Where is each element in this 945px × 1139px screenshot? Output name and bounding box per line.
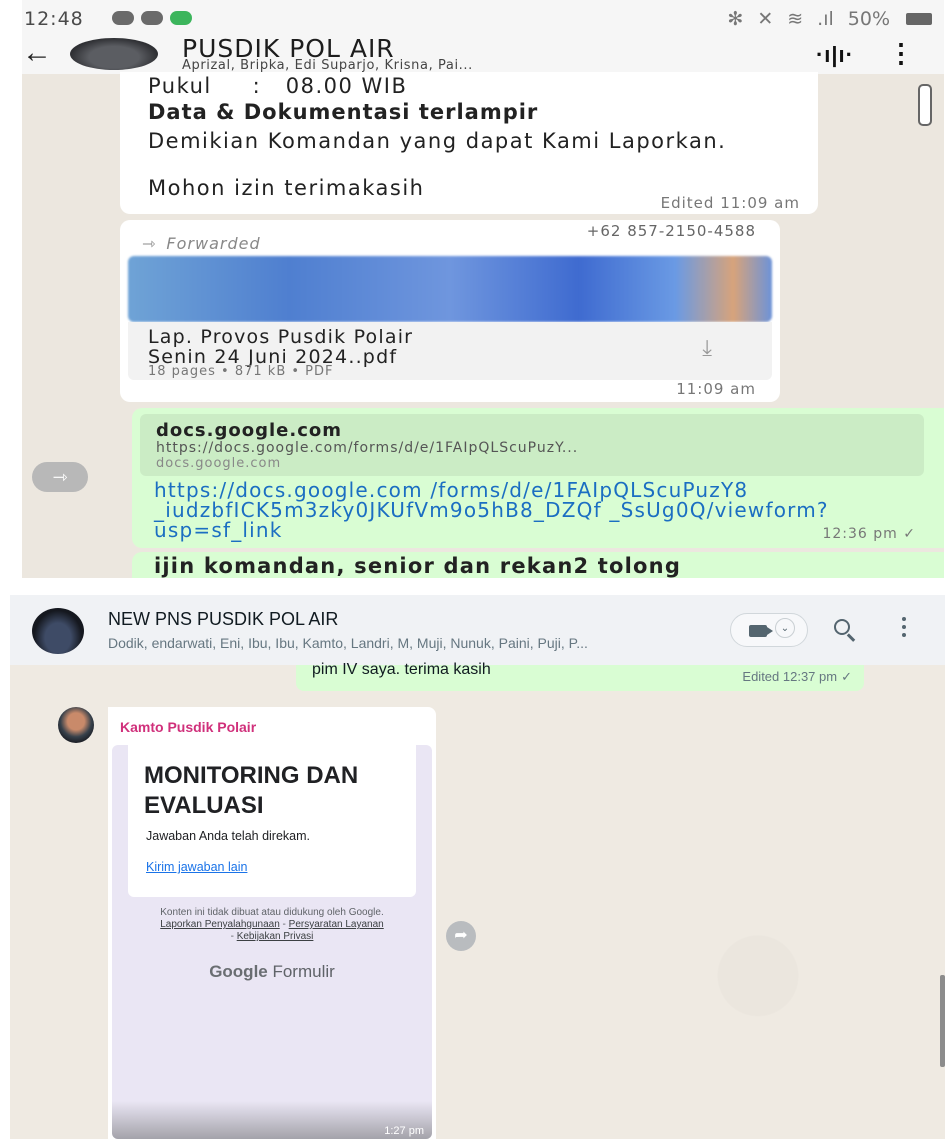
forward-icon[interactable]: ⇾ [32,462,88,492]
message-edited-time: Edited 12:37 pm [742,669,838,684]
message-bubble-request[interactable]: ijin komandan, senior dan rekan2 tolong [132,552,944,578]
form-disclaimer: Konten ini tidak dibuat atau didukung ol… [112,907,432,943]
group-participants[interactable]: Aprizal, Bripka, Edi Suparjo, Krisna, Pa… [182,58,473,73]
message-time: 1:27 pm [384,1125,424,1137]
chat-header: NEW PNS PUSDIK POL AIR Dodik, endarwati,… [10,595,945,665]
terms-link: Persyaratan Layanan [288,919,384,930]
group-avatar[interactable] [32,608,84,654]
report-abuse-link: Laporkan Penyalahgunaan [160,919,280,930]
sender-avatar[interactable] [58,707,94,743]
app-notification-icon [170,11,192,25]
link-preview-domain: docs.google.com [156,456,282,471]
battery-icon [906,13,932,25]
message-line-data: Data & Dokumentasi terlampir [148,100,539,124]
group-avatar[interactable] [70,38,158,70]
status-time: 12:48 [24,8,84,30]
document-info: 18 pages • 871 kB • PDF [148,364,334,379]
message-bubble-document[interactable]: +62 857-2150-4588 ⇾ Forwarded Lap. Provos… [120,220,780,402]
battery-level: 50% [847,8,890,30]
sent-check-icon: ✓ [841,669,852,684]
form-screenshot-image[interactable]: MONITORING DAN EVALUASI Jawaban Anda tel… [112,745,432,1139]
status-bar: 12:48 ✻ ✕ ≋ .ıl 50% [22,0,944,34]
mute-icon: ✕ [757,8,774,30]
message-line-closing: Demikian Komandan yang dapat Kami Lapork… [148,129,727,153]
more-options-icon[interactable]: ⋮ [888,38,914,69]
forwarded-icon: ⇾ [142,234,157,253]
message-time: 11:09 am [676,380,756,398]
message-text: pim IV saya. terima kasih [312,661,491,678]
whatsapp-notification-icon [112,11,134,25]
message-line-thanks: Mohon izin terimakasih [148,176,425,200]
group-title[interactable]: NEW PNS PUSDIK POL AIR [108,609,338,630]
forward-icon[interactable]: ➦ [446,921,476,951]
formulir-wordmark: Formulir [267,962,335,981]
link-preview-url: https://docs.google.com/forms/d/e/1FAIpQ… [156,440,579,456]
outgoing-message[interactable]: pim IV saya. terima kasih Edited 12:37 p… [296,661,864,691]
submit-another-link: Kirim jawaban lain [146,860,248,874]
disclaimer-links: Laporkan Penyalahgunaan - Persyaratan La… [112,919,432,931]
scrollbar-thumb[interactable] [918,84,932,126]
message-time: 12:36 pm ✓ [822,526,916,542]
document-card[interactable]: Lap. Provos Pusdik Polair Senin 24 Juni … [128,322,772,380]
message-bubble-link[interactable]: docs.google.com https://docs.google.com/… [132,408,944,548]
voice-call-icon[interactable]: ·ı|ı· [816,42,854,68]
message-line-time: Pukul : 08.00 WIB [148,74,408,98]
scrollbar-thumb[interactable] [940,975,945,1067]
group-participants[interactable]: Dodik, endarwati, Eni, Ibu, Ibu, Kamto, … [108,635,588,651]
link-preview-title: docs.google.com [156,420,342,441]
form-link[interactable]: https://docs.google.com /forms/d/e/1FAIp… [154,480,914,540]
search-icon[interactable] [828,613,858,643]
message-meta: Edited 11:09 am [660,194,800,212]
sender-phone[interactable]: +62 857-2150-4588 [587,222,756,240]
disclaimer-text: Konten ini tidak dibuat atau didukung ol… [160,907,384,918]
video-camera-icon [749,625,773,637]
document-thumbnail[interactable] [128,256,772,322]
download-icon[interactable]: ⤓ [702,336,712,361]
signal-icon: .ıl [817,8,834,30]
notification-icons [112,11,192,25]
mobile-whatsapp-screen: 12:48 ✻ ✕ ≋ .ıl 50% ← PUSDIK POL AIR Apr… [22,0,944,578]
forwarded-text: Forwarded [166,234,261,253]
link-separator: - [279,919,289,930]
chevron-down-icon: ⌄ [775,618,795,638]
form-response-text: Jawaban Anda telah direkam. [146,829,310,843]
video-call-button[interactable]: ⌄ [730,613,808,647]
form-title: MONITORING DAN EVALUASI [144,762,359,819]
link-preview[interactable]: docs.google.com https://docs.google.com/… [140,414,924,476]
form-confirmation-card: MONITORING DAN EVALUASI Jawaban Anda tel… [128,745,416,897]
google-wordmark: Google [209,962,268,981]
bluetooth-icon: ✻ [727,8,744,30]
disclaimer-links-2: - Kebijakan Privasi [112,931,432,943]
status-right: ✻ ✕ ≋ .ıl 50% [727,8,932,30]
chat-header: ← PUSDIK POL AIR Aprizal, Bripka, Edi Su… [22,34,944,74]
line-notification-icon [141,11,163,25]
back-arrow-icon[interactable]: ← [22,38,52,68]
message-meta: Edited 12:37 pm ✓ [742,669,852,685]
forwarded-label: ⇾ Forwarded [142,234,261,253]
privacy-link: Kebijakan Privasi [236,931,314,942]
document-name-line1: Lap. Provos Pusdik Polair [148,326,414,348]
google-forms-logo: Google Formulir [112,962,432,982]
message-text: ijin komandan, senior dan rekan2 tolong [154,554,682,578]
message-bubble-report[interactable]: Pukul : 08.00 WIB Data & Dokumentasi ter… [120,72,818,214]
desktop-whatsapp-screen: NEW PNS PUSDIK POL AIR Dodik, endarwati,… [10,595,945,1139]
incoming-message[interactable]: Kamto Pusdik Polair MONITORING DAN EVALU… [108,707,436,1139]
menu-icon[interactable] [900,617,908,645]
sender-name[interactable]: Kamto Pusdik Polair [120,719,256,735]
wifi-icon: ≋ [787,8,804,30]
